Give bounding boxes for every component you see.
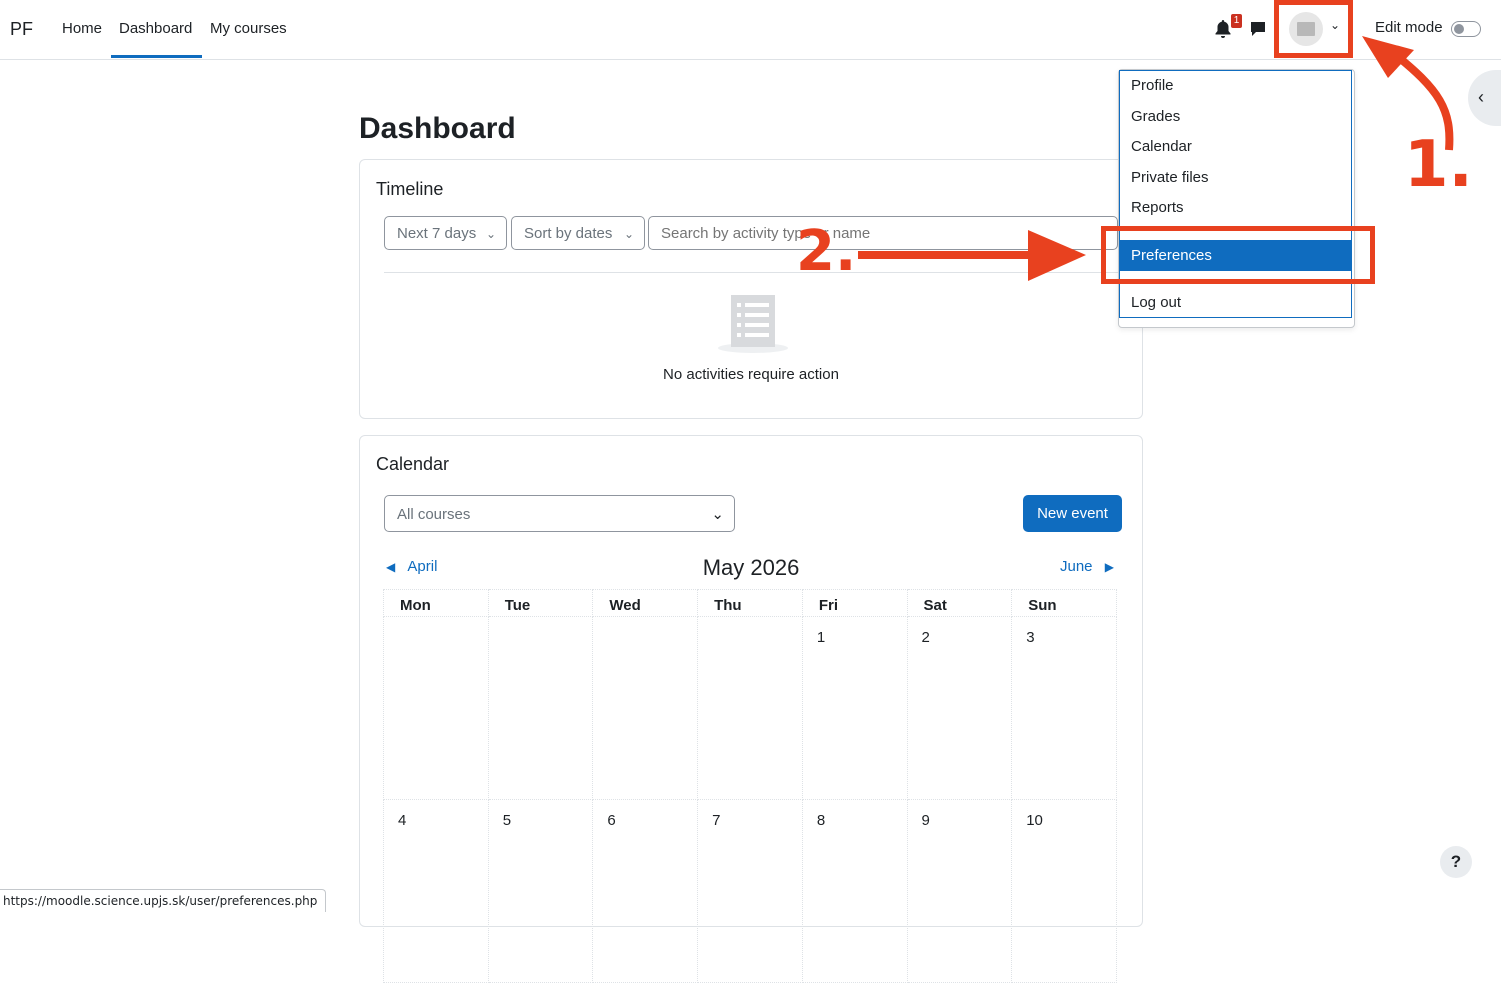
arrow-head-icon [1362,36,1414,78]
annotation-arrows [858,36,1454,281]
status-bar-url: https://moodle.science.upjs.sk/user/pref… [0,889,327,912]
straight-arrow-icon [858,251,1033,259]
arrow-head-icon [1028,230,1086,281]
annotation-step-2: 2. [796,219,857,284]
annotation-step-1: 1. [1404,128,1473,202]
help-button[interactable]: ? [1440,846,1472,878]
